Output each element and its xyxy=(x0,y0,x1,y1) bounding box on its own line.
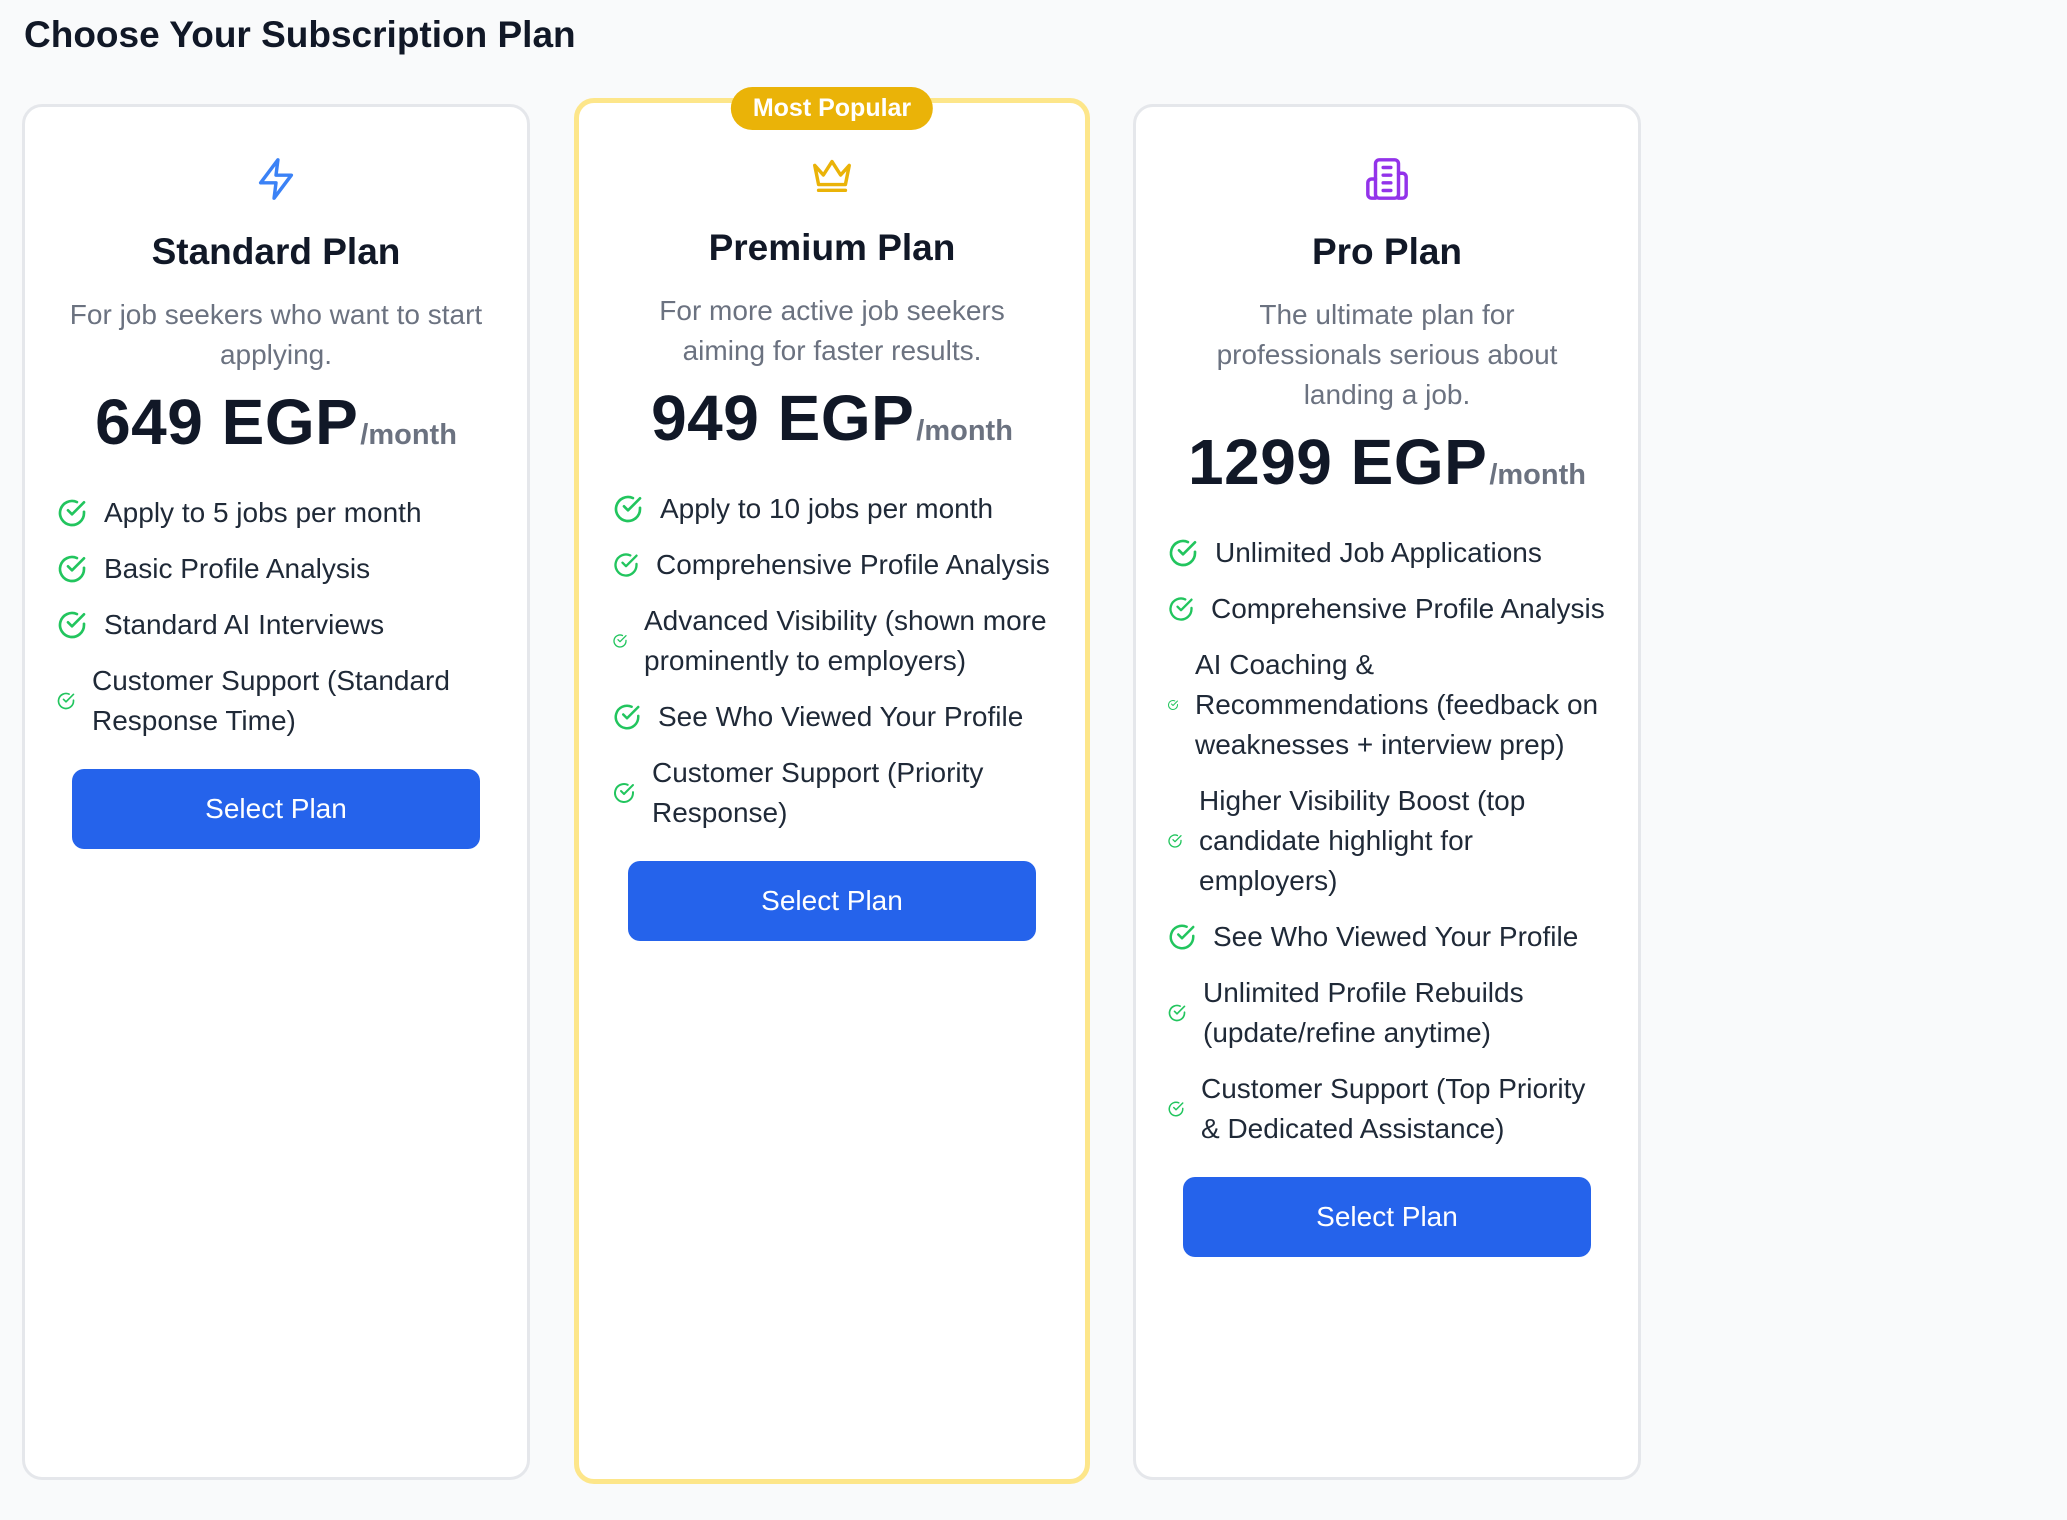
feature-text: Basic Profile Analysis xyxy=(104,553,371,584)
feature-list: Apply to 5 jobs per month Basic Profile … xyxy=(56,493,496,757)
feature-item: Standard AI Interviews xyxy=(56,605,496,645)
check-circle-icon xyxy=(56,553,88,585)
price-row: 1299 EGP /month xyxy=(1188,425,1586,499)
check-circle-icon xyxy=(612,633,628,649)
select-plan-button[interactable]: Select Plan xyxy=(628,861,1036,941)
feature-item: Customer Support (Top Priority & Dedicat… xyxy=(1167,1069,1607,1149)
most-popular-badge: Most Popular xyxy=(730,87,934,130)
feature-item: Comprehensive Profile Analysis xyxy=(1167,589,1607,629)
check-circle-icon xyxy=(612,702,642,732)
lightning-icon xyxy=(252,155,300,203)
building-icon xyxy=(1363,155,1411,203)
price-row: 649 EGP /month xyxy=(95,385,457,459)
feature-text: Advanced Visibility (shown more prominen… xyxy=(644,605,1047,676)
check-circle-icon xyxy=(56,497,88,529)
feature-item: Unlimited Job Applications xyxy=(1167,533,1607,573)
check-circle-icon xyxy=(1167,537,1199,569)
price-period: /month xyxy=(360,419,457,451)
price-period: /month xyxy=(916,415,1013,447)
check-circle-icon xyxy=(1167,922,1197,952)
feature-text: AI Coaching & Recommendations (feedback … xyxy=(1195,649,1599,760)
feature-item: Unlimited Profile Rebuilds (update/refin… xyxy=(1167,973,1607,1053)
plan-price: 649 EGP xyxy=(95,386,359,458)
plan-name: Standard Plan xyxy=(151,231,401,272)
feature-text: See Who Viewed Your Profile xyxy=(1213,921,1579,952)
plan-card-pro: Pro Plan The ultimate plan for professio… xyxy=(1133,104,1641,1480)
check-circle-icon xyxy=(612,781,636,805)
check-circle-icon xyxy=(56,691,76,711)
feature-item: Customer Support (Standard Response Time… xyxy=(56,661,496,741)
plan-card-standard: Standard Plan For job seekers who want t… xyxy=(22,104,530,1480)
check-circle-icon xyxy=(1167,833,1183,849)
plan-description: For job seekers who want to start applyi… xyxy=(69,299,483,370)
plan-card-premium: Most Popular Premium Plan For more activ… xyxy=(574,87,1090,1484)
feature-text: Customer Support (Standard Response Time… xyxy=(92,665,450,736)
feature-text: See Who Viewed Your Profile xyxy=(658,701,1024,732)
feature-text: Apply to 5 jobs per month xyxy=(104,497,422,528)
plan-description: The ultimate plan for professionals seri… xyxy=(1216,299,1558,410)
plan-price: 1299 EGP xyxy=(1188,426,1488,498)
check-circle-icon xyxy=(1167,699,1179,711)
feature-item: See Who Viewed Your Profile xyxy=(1167,917,1607,957)
price-period: /month xyxy=(1489,459,1586,491)
plan-price: 949 EGP xyxy=(651,382,915,454)
feature-item: Higher Visibility Boost (top candidate h… xyxy=(1167,781,1607,901)
check-circle-icon xyxy=(1167,595,1195,623)
price-row: 949 EGP /month xyxy=(651,381,1013,455)
feature-text: Unlimited Job Applications xyxy=(1215,537,1542,568)
feature-text: Higher Visibility Boost (top candidate h… xyxy=(1199,785,1526,896)
feature-text: Customer Support (Top Priority & Dedicat… xyxy=(1201,1073,1586,1144)
feature-item: See Who Viewed Your Profile xyxy=(612,697,1052,737)
feature-text: Comprehensive Profile Analysis xyxy=(1211,593,1605,624)
feature-list: Apply to 10 jobs per month Comprehensive… xyxy=(612,489,1052,849)
feature-text: Comprehensive Profile Analysis xyxy=(656,549,1050,580)
check-circle-icon xyxy=(612,493,644,525)
feature-text: Apply to 10 jobs per month xyxy=(660,493,994,524)
plan-name: Pro Plan xyxy=(1311,231,1463,272)
plan-description: For more active job seekers aiming for f… xyxy=(659,295,1005,366)
feature-text: Customer Support (Priority Response) xyxy=(652,757,984,828)
check-circle-icon xyxy=(56,609,88,641)
check-circle-icon xyxy=(1167,1003,1187,1023)
check-circle-icon xyxy=(1167,1100,1185,1118)
feature-item: Basic Profile Analysis xyxy=(56,549,496,589)
feature-item: Apply to 10 jobs per month xyxy=(612,489,1052,529)
select-plan-button[interactable]: Select Plan xyxy=(1183,1177,1591,1257)
feature-text: Unlimited Profile Rebuilds (update/refin… xyxy=(1203,977,1524,1048)
feature-item: Comprehensive Profile Analysis xyxy=(612,545,1052,585)
plan-name: Premium Plan xyxy=(708,227,956,268)
select-plan-button[interactable]: Select Plan xyxy=(72,769,480,849)
feature-item: Advanced Visibility (shown more prominen… xyxy=(612,601,1052,681)
feature-item: Customer Support (Priority Response) xyxy=(612,753,1052,833)
feature-item: AI Coaching & Recommendations (feedback … xyxy=(1167,645,1607,765)
feature-list: Unlimited Job Applications Comprehensive… xyxy=(1167,533,1607,1165)
feature-text: Standard AI Interviews xyxy=(104,609,385,640)
feature-item: Apply to 5 jobs per month xyxy=(56,493,496,533)
crown-icon xyxy=(808,151,856,199)
check-circle-icon xyxy=(612,551,640,579)
page-title: Choose Your Subscription Plan xyxy=(24,14,576,55)
